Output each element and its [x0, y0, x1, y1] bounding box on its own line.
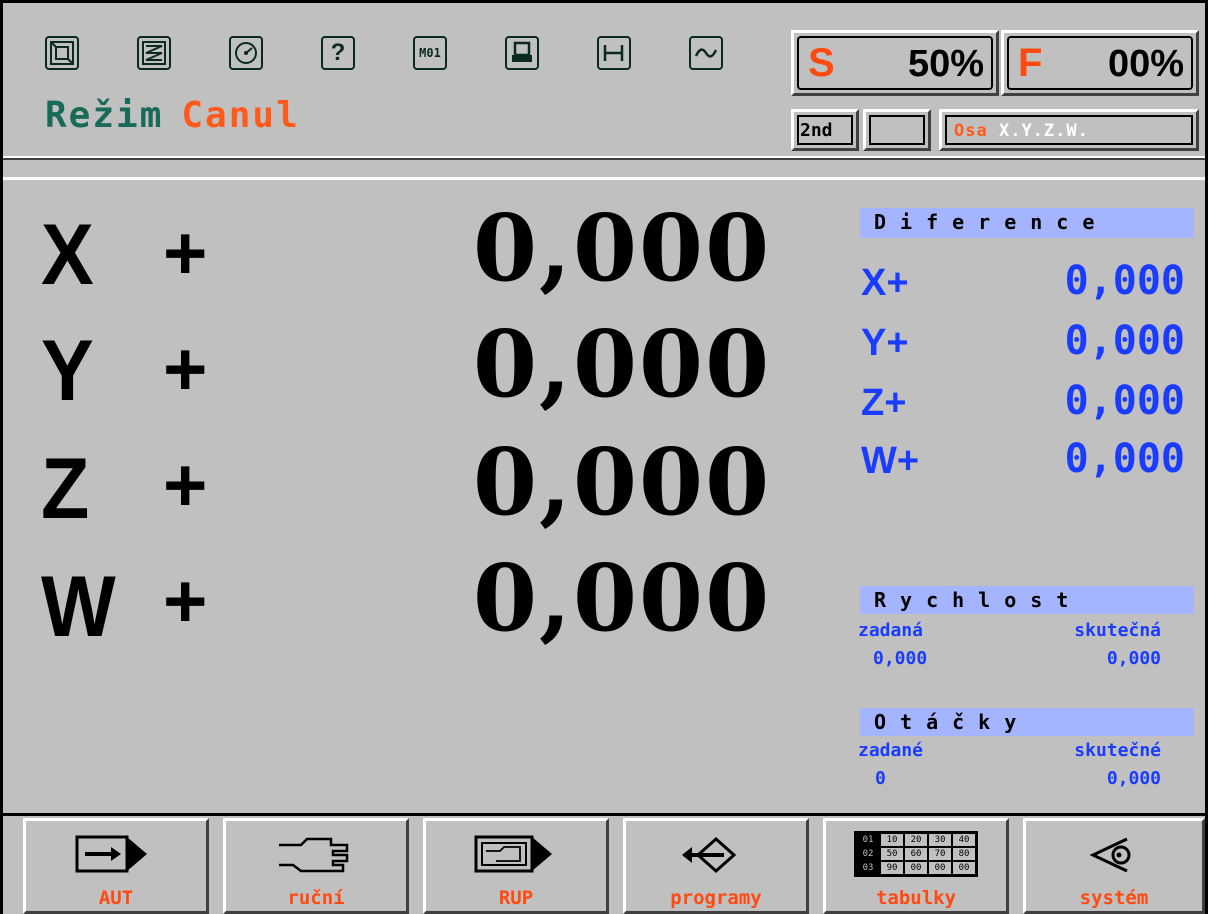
speed-set-value: 0,000 [873, 648, 928, 669]
hand-program-icon [474, 835, 552, 873]
rpm-actual-value: 0,000 [1106, 768, 1161, 789]
second-function-button[interactable]: 2nd [791, 109, 859, 151]
table-cell: 02 [856, 847, 880, 861]
axis-z-letter: Z [41, 441, 90, 537]
header-separator [3, 158, 1205, 180]
programs-label: programy [670, 887, 762, 909]
speed-actual-label: skutečná [1074, 620, 1161, 641]
manual-label: ruční [287, 887, 345, 909]
table-cell: 70 [928, 847, 952, 861]
hand-icon [279, 837, 349, 873]
feed-letter: F [1018, 41, 1043, 85]
header-panel: ? M01 Režim Canul S 50% F 00% 2nd Osa X.Y… [3, 0, 1205, 158]
wave-icon[interactable] [689, 36, 723, 70]
axis-x-sign: + [163, 211, 208, 296]
m01-text: M01 [419, 46, 441, 60]
table-cell: 60 [904, 847, 928, 861]
table-cell: 90 [880, 861, 904, 875]
rpm-header: Otáčky [860, 708, 1194, 736]
diff-x-axis: X+ [861, 262, 909, 304]
help-glyph: ? [330, 39, 346, 66]
table-cell: 30 [928, 833, 952, 847]
spindle-letter: S [808, 41, 835, 85]
aut-label: AUT [98, 887, 134, 909]
axis-w-letter: W [41, 559, 116, 655]
zigzag-icon[interactable] [137, 36, 171, 70]
tables-label: tabulky [875, 887, 957, 909]
axis-x-letter: X [41, 207, 94, 303]
table-cell: 01 [856, 833, 880, 847]
table-cell: 80 [952, 847, 976, 861]
difference-title: Diference [874, 210, 1109, 234]
exchange-icon [682, 836, 737, 874]
programs-button[interactable]: programy [623, 818, 809, 914]
function-bar: AUT ruční RUP programy 01 10 20 30 40 02… [3, 816, 1205, 914]
difference-header: Diference [860, 208, 1194, 238]
table-cell: 03 [856, 861, 880, 875]
dial-icon[interactable] [229, 36, 263, 70]
table-cell: 50 [880, 847, 904, 861]
table-cell: 00 [904, 861, 928, 875]
mode-value: Canul [181, 95, 300, 136]
feed-override[interactable]: F 00% [1001, 30, 1199, 96]
speed-header: Rychlost [860, 586, 1194, 614]
diff-y-axis: Y+ [861, 322, 909, 364]
mode-key: Režim [45, 95, 164, 136]
save-icon[interactable] [505, 36, 539, 70]
speed-actual-value: 0,000 [1106, 648, 1161, 669]
gauge-icon[interactable] [597, 36, 631, 70]
spindle-override[interactable]: S 50% [791, 30, 999, 96]
axis-selector-key: Osa [954, 121, 988, 141]
table-cell: 00 [952, 861, 976, 875]
diff-z-value: 0,000 [1064, 378, 1185, 424]
table-cell: 40 [952, 833, 976, 847]
diff-y-value: 0,000 [1064, 318, 1185, 364]
feed-value: 00% [1107, 43, 1184, 85]
axis-w-sign: + [163, 559, 208, 644]
table-cell: 00 [928, 861, 952, 875]
rpm-actual-label: skutečné [1074, 740, 1161, 761]
arrow-right-icon [75, 835, 147, 873]
axis-y-sign: + [163, 327, 208, 412]
spindle-value: 50% [907, 43, 984, 85]
manual-button[interactable]: ruční [223, 818, 409, 914]
position-panel: X + 0,000 Y + 0,000 Z + 0,000 W + 0,000 … [3, 180, 1205, 816]
system-button[interactable]: systém [1023, 818, 1205, 914]
axis-selector[interactable]: Osa X.Y.Z.W. [939, 109, 1199, 151]
axis-selector-value: X.Y.Z.W. [998, 121, 1089, 141]
diff-x-value: 0,000 [1064, 258, 1185, 304]
table-cell: 20 [904, 833, 928, 847]
speed-title: Rychlost [874, 588, 1083, 612]
eye-icon [1089, 837, 1131, 873]
axis-y-letter: Y [41, 323, 94, 419]
mode-cycle-icon[interactable] [45, 36, 79, 70]
rpm-set-label: zadané [858, 740, 924, 761]
axis-w-value: 0,000 [473, 544, 772, 652]
axis-x-value: 0,000 [473, 194, 772, 302]
axis-z-sign: + [163, 443, 208, 528]
axis-y-value: 0,000 [473, 310, 772, 418]
mode-label: Režim Canul [45, 95, 300, 136]
second-function-label: 2nd [800, 120, 833, 141]
table-icon: 01 10 20 30 40 02 50 60 70 80 03 90 00 0… [854, 831, 978, 877]
help-icon[interactable]: ? [321, 36, 355, 70]
tables-button[interactable]: 01 10 20 30 40 02 50 60 70 80 03 90 00 0… [823, 818, 1009, 914]
speed-set-label: zadaná [858, 620, 924, 641]
diff-w-value: 0,000 [1064, 436, 1185, 482]
table-cell: 10 [880, 833, 904, 847]
rpm-set-value: 0 [875, 768, 886, 789]
blank-button[interactable] [863, 109, 931, 151]
system-label: systém [1079, 887, 1149, 909]
rup-button[interactable]: RUP [423, 818, 609, 914]
diff-w-axis: W+ [861, 440, 920, 482]
aut-button[interactable]: AUT [23, 818, 209, 914]
rup-label: RUP [498, 887, 534, 909]
rpm-title: Otáčky [874, 710, 1031, 734]
diff-z-axis: Z+ [861, 382, 907, 424]
m01-icon[interactable]: M01 [413, 36, 447, 70]
axis-z-value: 0,000 [473, 428, 772, 536]
